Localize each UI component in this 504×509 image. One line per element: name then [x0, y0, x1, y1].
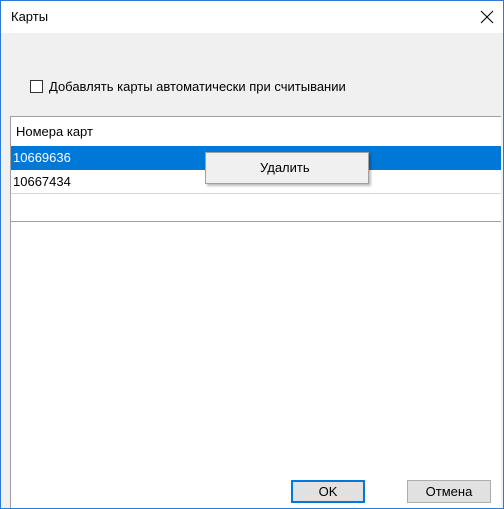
close-icon [480, 10, 494, 24]
card-number: 10669636 [13, 150, 71, 165]
auto-add-checkbox[interactable] [30, 80, 43, 93]
ok-button[interactable]: OK [291, 480, 365, 503]
auto-add-label[interactable]: Добавлять карты автоматически при считыв… [49, 79, 346, 94]
column-header-label: Номера карт [16, 124, 93, 139]
card-number: 10667434 [13, 174, 71, 189]
close-button[interactable] [471, 1, 503, 33]
cards-dialog: Карты Добавлять карты автоматически при … [0, 0, 504, 509]
cancel-button[interactable]: Отмена [407, 480, 491, 503]
context-menu-delete[interactable]: Удалить [208, 156, 366, 180]
auto-add-option[interactable]: Добавлять карты автоматически при считыв… [30, 79, 346, 94]
window-title: Карты [11, 9, 49, 24]
row-context-menu: Удалить [205, 152, 369, 184]
list-row-empty[interactable] [11, 194, 501, 222]
title-bar: Карты [1, 1, 503, 33]
context-menu-delete-label: Удалить [260, 160, 310, 175]
column-header-card-numbers[interactable]: Номера карт [11, 117, 501, 147]
